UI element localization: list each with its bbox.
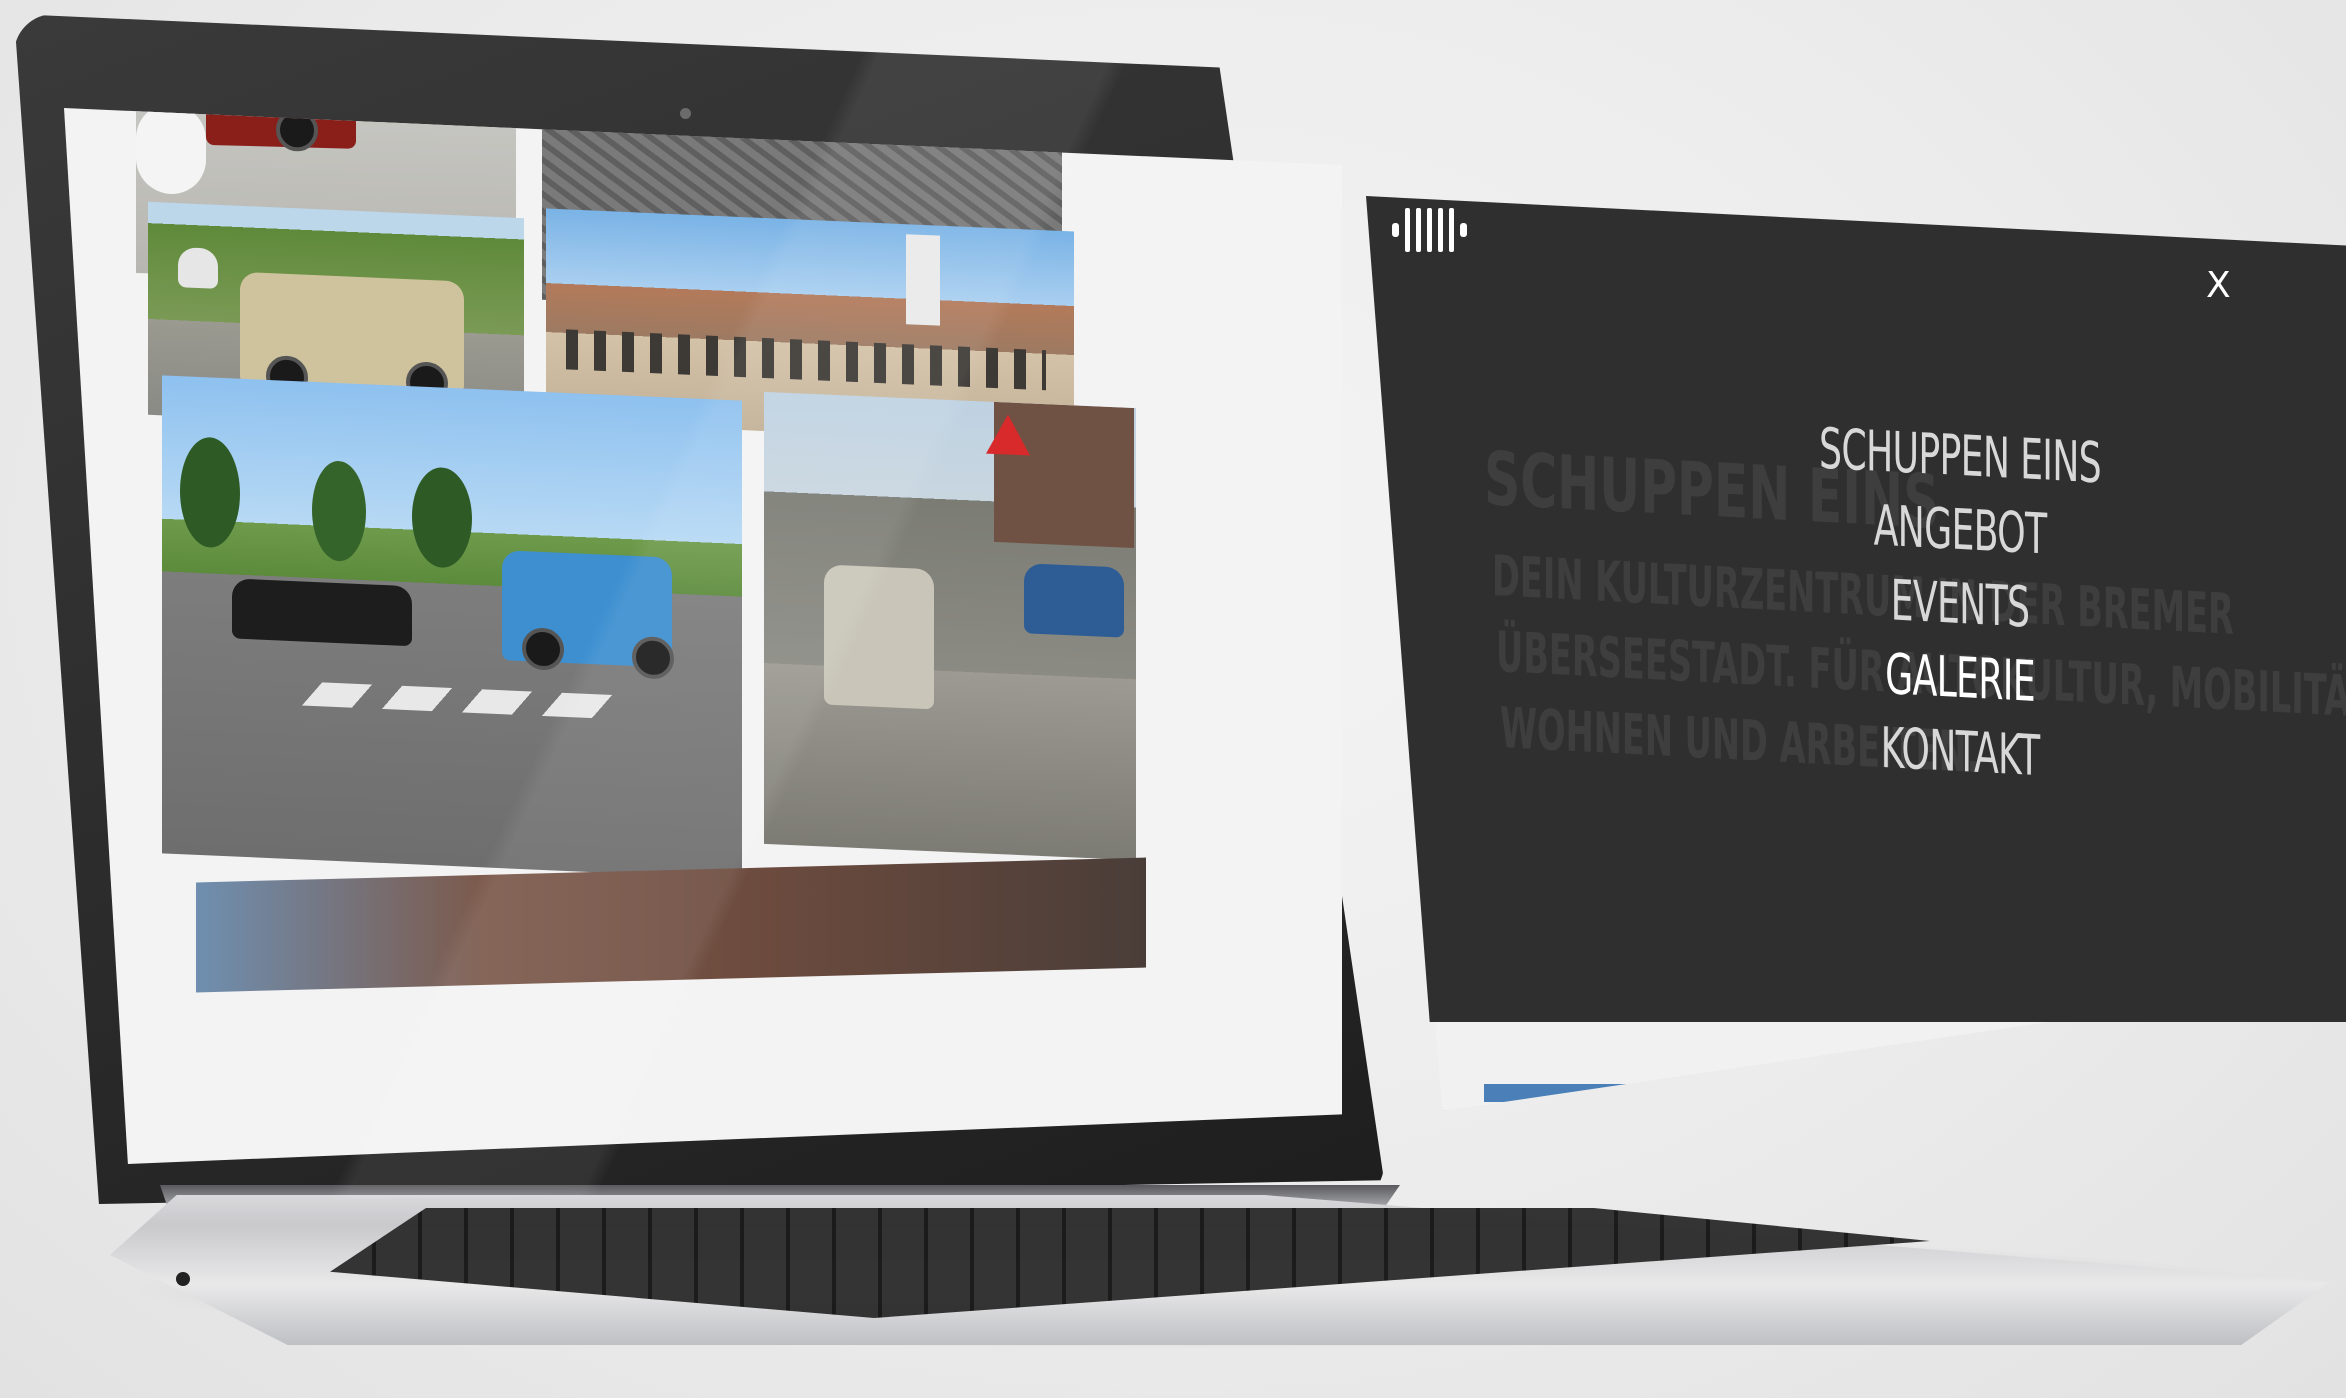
close-menu-button[interactable]: X <box>2206 268 2231 304</box>
gallery-page <box>64 108 1342 1164</box>
webcam-icon <box>680 108 691 119</box>
port-icon <box>176 1272 190 1286</box>
main-menu: SCHUPPEN EINS ANGEBOT EVENTS GALERIE KON… <box>1700 406 2220 803</box>
photo-porsche-2cv-road[interactable] <box>162 375 742 879</box>
photo-bottom-building[interactable] <box>196 857 1146 993</box>
photo-street-vintage-car[interactable] <box>764 391 1136 861</box>
schuppen-eins-logo-icon[interactable] <box>1392 208 1467 252</box>
